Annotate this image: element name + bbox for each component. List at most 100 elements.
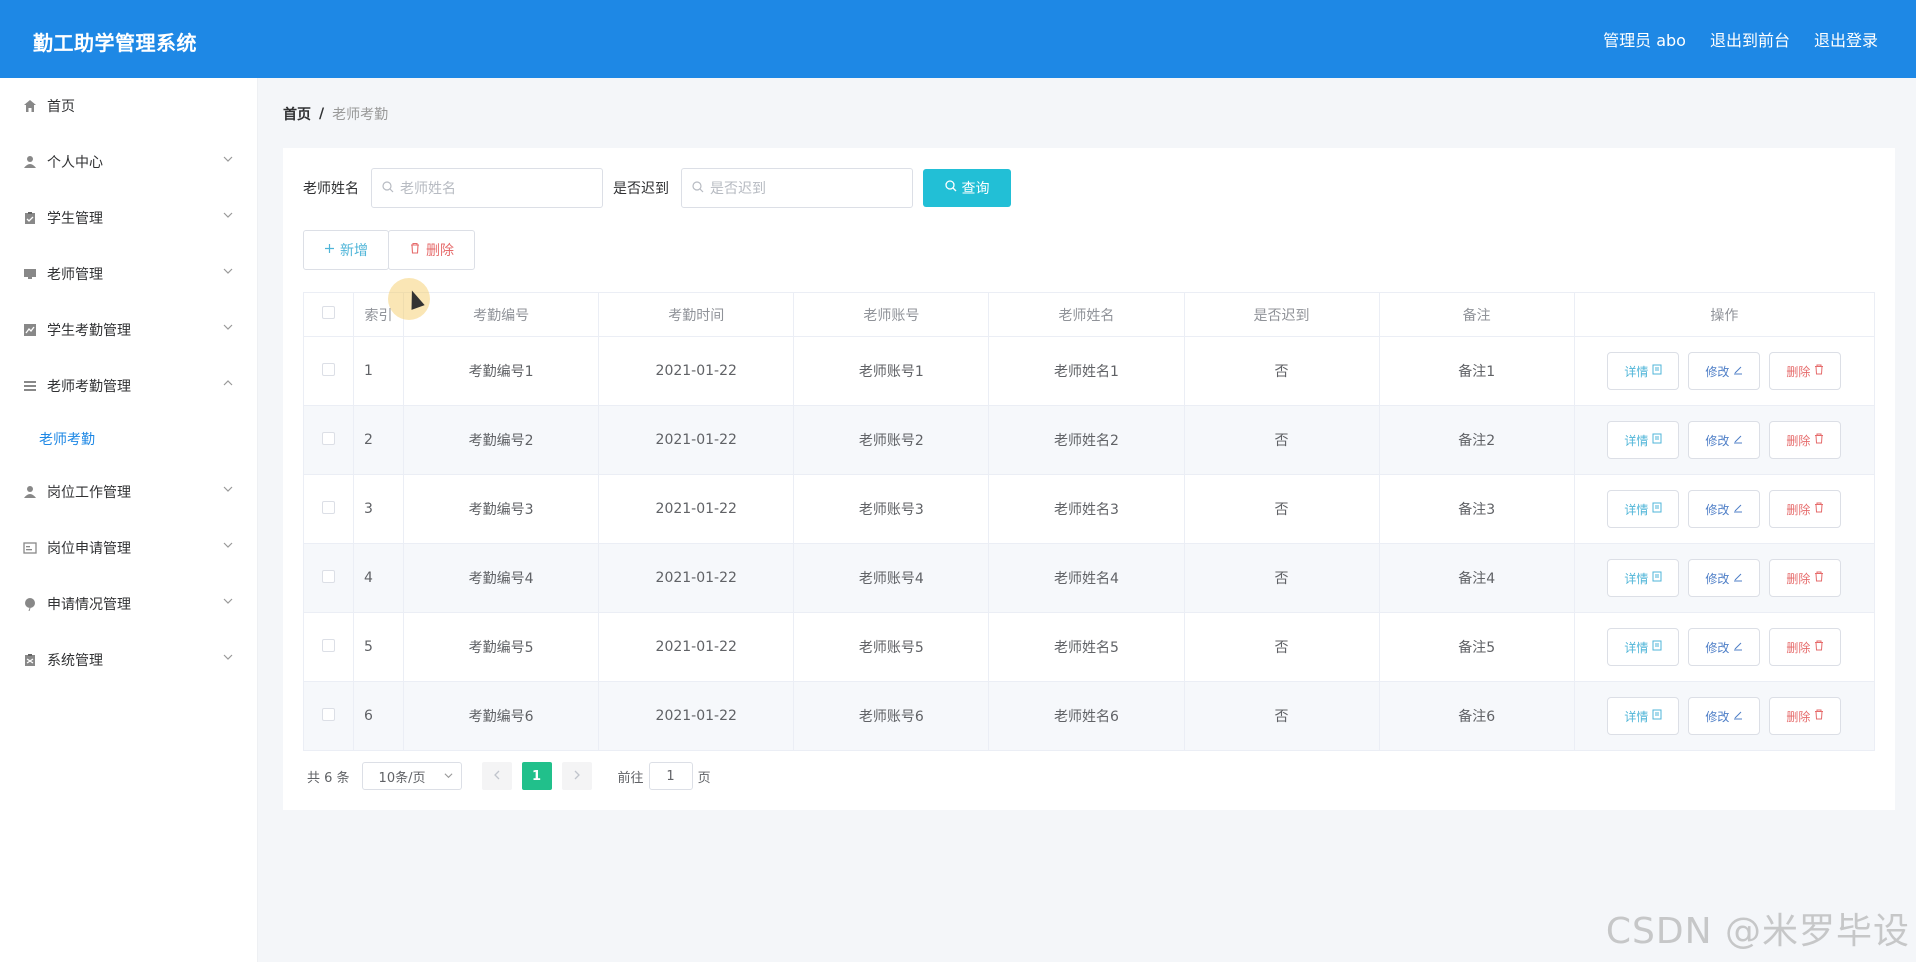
user-icon xyxy=(22,484,38,500)
edit-label: 修改 xyxy=(1705,433,1730,448)
row-checkbox[interactable] xyxy=(322,638,336,652)
cell-index: 6 xyxy=(353,681,405,751)
column-header: 老师账号 xyxy=(793,292,990,337)
column-header: 考勤编号 xyxy=(403,292,600,337)
sidebar-item-home[interactable]: 首页 xyxy=(0,78,257,134)
sidebar-subitem-teacher-attendance[interactable]: 老师考勤 xyxy=(0,414,257,464)
cell-operations: 详情 修改 删除 xyxy=(1573,543,1876,613)
watermark-text: CSDN @米罗毕设 xyxy=(1605,911,1910,952)
chevron-down-icon xyxy=(223,484,235,496)
top-links: 管理员 abo 退出到前台 退出登录 xyxy=(1603,27,1878,51)
edit-button[interactable]: 修改 xyxy=(1688,352,1761,390)
cell-account: 老师账号2 xyxy=(793,405,990,475)
row-select-cell xyxy=(302,474,355,544)
cell-operations: 详情 修改 删除 xyxy=(1573,405,1876,475)
goto-page-input[interactable]: 1 xyxy=(648,762,693,790)
table-row: 3 考勤编号3 2021-01-22 老师账号3 老师姓名3 否 备注3 详情 … xyxy=(302,474,1876,544)
sidebar-item-label: 学生管理 xyxy=(47,211,103,227)
column-header: 备注 xyxy=(1378,292,1575,337)
cell-time: 2021-01-22 xyxy=(598,336,795,406)
page-size-select[interactable]: 10条/页 xyxy=(361,762,462,790)
sidebar-item-system-management[interactable]: 系统管理 xyxy=(0,632,257,688)
delete-label: 删除 xyxy=(1786,640,1811,655)
sidebar-item-application-status[interactable]: 申请情况管理 xyxy=(0,576,257,632)
search-icon xyxy=(692,180,704,196)
chevron-down-icon xyxy=(223,652,235,664)
cell-operations: 详情 修改 删除 xyxy=(1573,681,1876,751)
logout-link[interactable]: 退出登录 xyxy=(1814,27,1878,51)
cell-index: 3 xyxy=(353,474,405,544)
select-all-cell[interactable] xyxy=(302,292,355,337)
detail-button[interactable]: 详情 xyxy=(1607,352,1680,390)
monitor-icon xyxy=(22,266,38,282)
delete-button[interactable]: 删除 xyxy=(1769,421,1842,459)
prev-page-button[interactable] xyxy=(481,762,512,790)
sidebar-item-label: 岗位申请管理 xyxy=(47,541,131,557)
column-header: 操作 xyxy=(1573,292,1876,337)
late-input[interactable]: 是否迟到 xyxy=(681,168,913,208)
edit-button[interactable]: 修改 xyxy=(1688,490,1761,528)
detail-button[interactable]: 详情 xyxy=(1607,559,1680,597)
page-number-current[interactable]: 1 xyxy=(521,762,552,790)
sidebar-item-student-attendance[interactable]: 学生考勤管理 xyxy=(0,302,257,358)
delete-button[interactable]: 删除 xyxy=(1769,352,1842,390)
cell-code: 考勤编号1 xyxy=(403,336,600,406)
column-header: 是否迟到 xyxy=(1183,292,1380,337)
select-all-checkbox[interactable] xyxy=(322,306,336,319)
delete-button[interactable]: 删除 xyxy=(1769,628,1842,666)
delete-button[interactable]: 删除 xyxy=(1769,697,1842,735)
chevron-down-icon xyxy=(223,154,235,166)
cell-name: 老师姓名1 xyxy=(988,336,1185,406)
edit-button[interactable]: 修改 xyxy=(1688,421,1761,459)
pencil-icon xyxy=(1733,709,1743,723)
cell-operations: 详情 修改 删除 xyxy=(1573,612,1876,682)
row-checkbox[interactable] xyxy=(322,707,336,721)
add-button[interactable]: 新增 xyxy=(303,230,389,270)
table-header-row: 索引 考勤编号 考勤时间 老师账号 老师姓名 是否迟到 备注 操作 xyxy=(302,292,1876,337)
pencil-icon xyxy=(1733,640,1743,654)
delete-button[interactable]: 删除 xyxy=(1769,559,1842,597)
trash-icon xyxy=(1814,364,1824,378)
table-row: 5 考勤编号5 2021-01-22 老师账号5 老师姓名5 否 备注5 详情 … xyxy=(302,612,1876,682)
cell-time: 2021-01-22 xyxy=(598,612,795,682)
sidebar-item-student-management[interactable]: 学生管理 xyxy=(0,190,257,246)
chevron-down-icon xyxy=(223,266,235,278)
cell-note: 备注3 xyxy=(1378,474,1575,544)
detail-label: 详情 xyxy=(1624,709,1649,724)
sidebar-item-teacher-management[interactable]: 老师管理 xyxy=(0,246,257,302)
edit-button[interactable]: 修改 xyxy=(1688,628,1761,666)
edit-button[interactable]: 修改 xyxy=(1688,559,1761,597)
sidebar-item-personal-center[interactable]: 个人中心 xyxy=(0,134,257,190)
user-label[interactable]: 管理员 abo xyxy=(1603,27,1686,51)
sidebar: 首页 个人中心 学生管理 老师管理 学生考勤管理 老师考勤管理 老师考勤 岗位工… xyxy=(0,78,258,962)
document-icon xyxy=(1652,709,1662,723)
exit-to-front-link[interactable]: 退出到前台 xyxy=(1710,27,1790,51)
detail-button[interactable]: 详情 xyxy=(1607,490,1680,528)
breadcrumb-home[interactable]: 首页 xyxy=(283,104,311,124)
detail-label: 详情 xyxy=(1624,640,1649,655)
row-checkbox[interactable] xyxy=(322,500,336,514)
batch-delete-button[interactable]: 删除 xyxy=(388,230,475,270)
cell-time: 2021-01-22 xyxy=(598,543,795,613)
query-button[interactable]: 查询 xyxy=(923,169,1011,207)
row-checkbox[interactable] xyxy=(322,431,336,445)
edit-button[interactable]: 修改 xyxy=(1688,697,1761,735)
late-placeholder: 是否迟到 xyxy=(710,181,766,197)
sidebar-item-teacher-attendance[interactable]: 老师考勤管理 xyxy=(0,358,257,414)
detail-button[interactable]: 详情 xyxy=(1607,421,1680,459)
pagination-total: 共 6 条 xyxy=(307,770,350,786)
row-checkbox[interactable] xyxy=(322,362,336,376)
cell-index: 1 xyxy=(353,336,405,406)
next-page-button[interactable] xyxy=(561,762,592,790)
search-form: 老师姓名 老师姓名 是否迟到 是否迟到 查询 xyxy=(303,168,1011,208)
page-size-value: 10条/页 xyxy=(378,770,426,786)
cell-note: 备注5 xyxy=(1378,612,1575,682)
delete-button[interactable]: 删除 xyxy=(1769,490,1842,528)
row-checkbox[interactable] xyxy=(322,569,336,583)
sidebar-item-job-management[interactable]: 岗位工作管理 xyxy=(0,464,257,520)
sidebar-item-job-application[interactable]: 岗位申请管理 xyxy=(0,520,257,576)
detail-button[interactable]: 详情 xyxy=(1607,628,1680,666)
teacher-name-input[interactable]: 老师姓名 xyxy=(371,168,603,208)
detail-button[interactable]: 详情 xyxy=(1607,697,1680,735)
cell-late: 否 xyxy=(1183,405,1380,475)
